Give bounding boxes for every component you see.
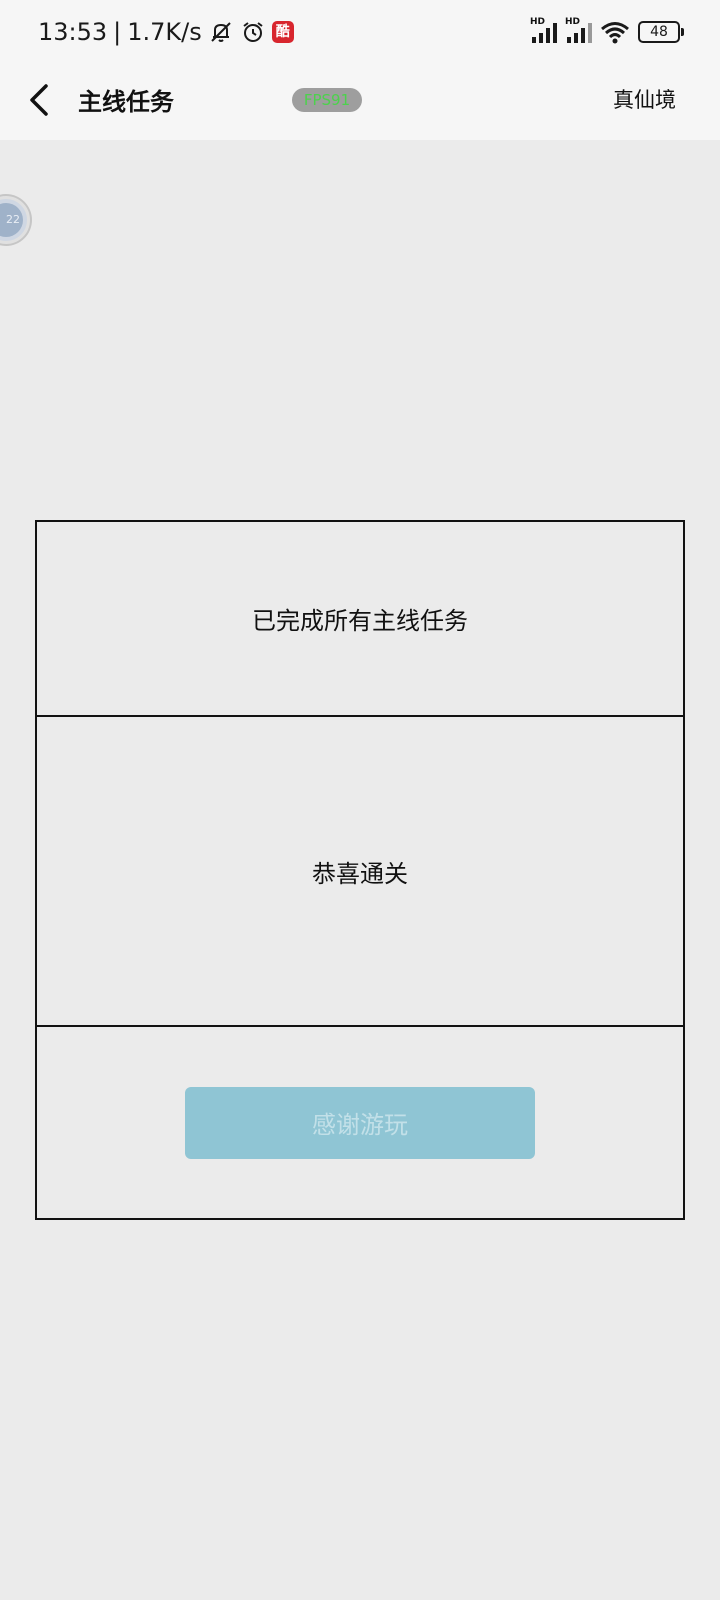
completion-message: 已完成所有主线任务 [252,607,468,635]
status-left: 13:53 | 1.7K/s 酷 [38,18,294,46]
panel-row-action: 感谢游玩 [37,1027,683,1218]
network-speed: 1.7K/s [127,18,202,46]
status-time: 13:53 [38,18,108,46]
fps-badge: FPS91 [292,88,362,112]
status-right: HD HD 48 [530,17,684,44]
quest-panel: 已完成所有主线任务 恭喜通关 感谢游玩 [35,520,685,1220]
panel-row-congrats: 恭喜通关 [37,717,683,1027]
realm-label[interactable]: 真仙境 [613,84,676,114]
panel-row-message: 已完成所有主线任务 [37,522,683,717]
floating-bubble-label: 22 [0,203,23,237]
hd-label: HD [565,17,581,27]
status-bar: 13:53 | 1.7K/s 酷 HD HD 48 [0,0,720,64]
wifi-icon [601,22,629,44]
floating-bubble[interactable]: 22 [0,196,30,244]
app-icon: 酷 [271,21,294,43]
thanks-for-playing-button[interactable]: 感谢游玩 [185,1086,535,1159]
hd-label: HD [530,17,546,27]
nav-bar: 主线任务 FPS91 真仙境 [0,64,720,140]
signal-icon: HD [565,17,592,43]
congrats-message: 恭喜通关 [312,859,408,888]
signal-icon: HD [530,17,557,43]
mute-bell-icon [211,22,231,42]
page-title: 主线任务 [78,88,174,116]
battery-icon: 48 [638,21,684,43]
chevron-left-icon[interactable] [22,78,62,122]
alarm-icon [243,22,263,42]
status-separator: | [113,18,122,46]
